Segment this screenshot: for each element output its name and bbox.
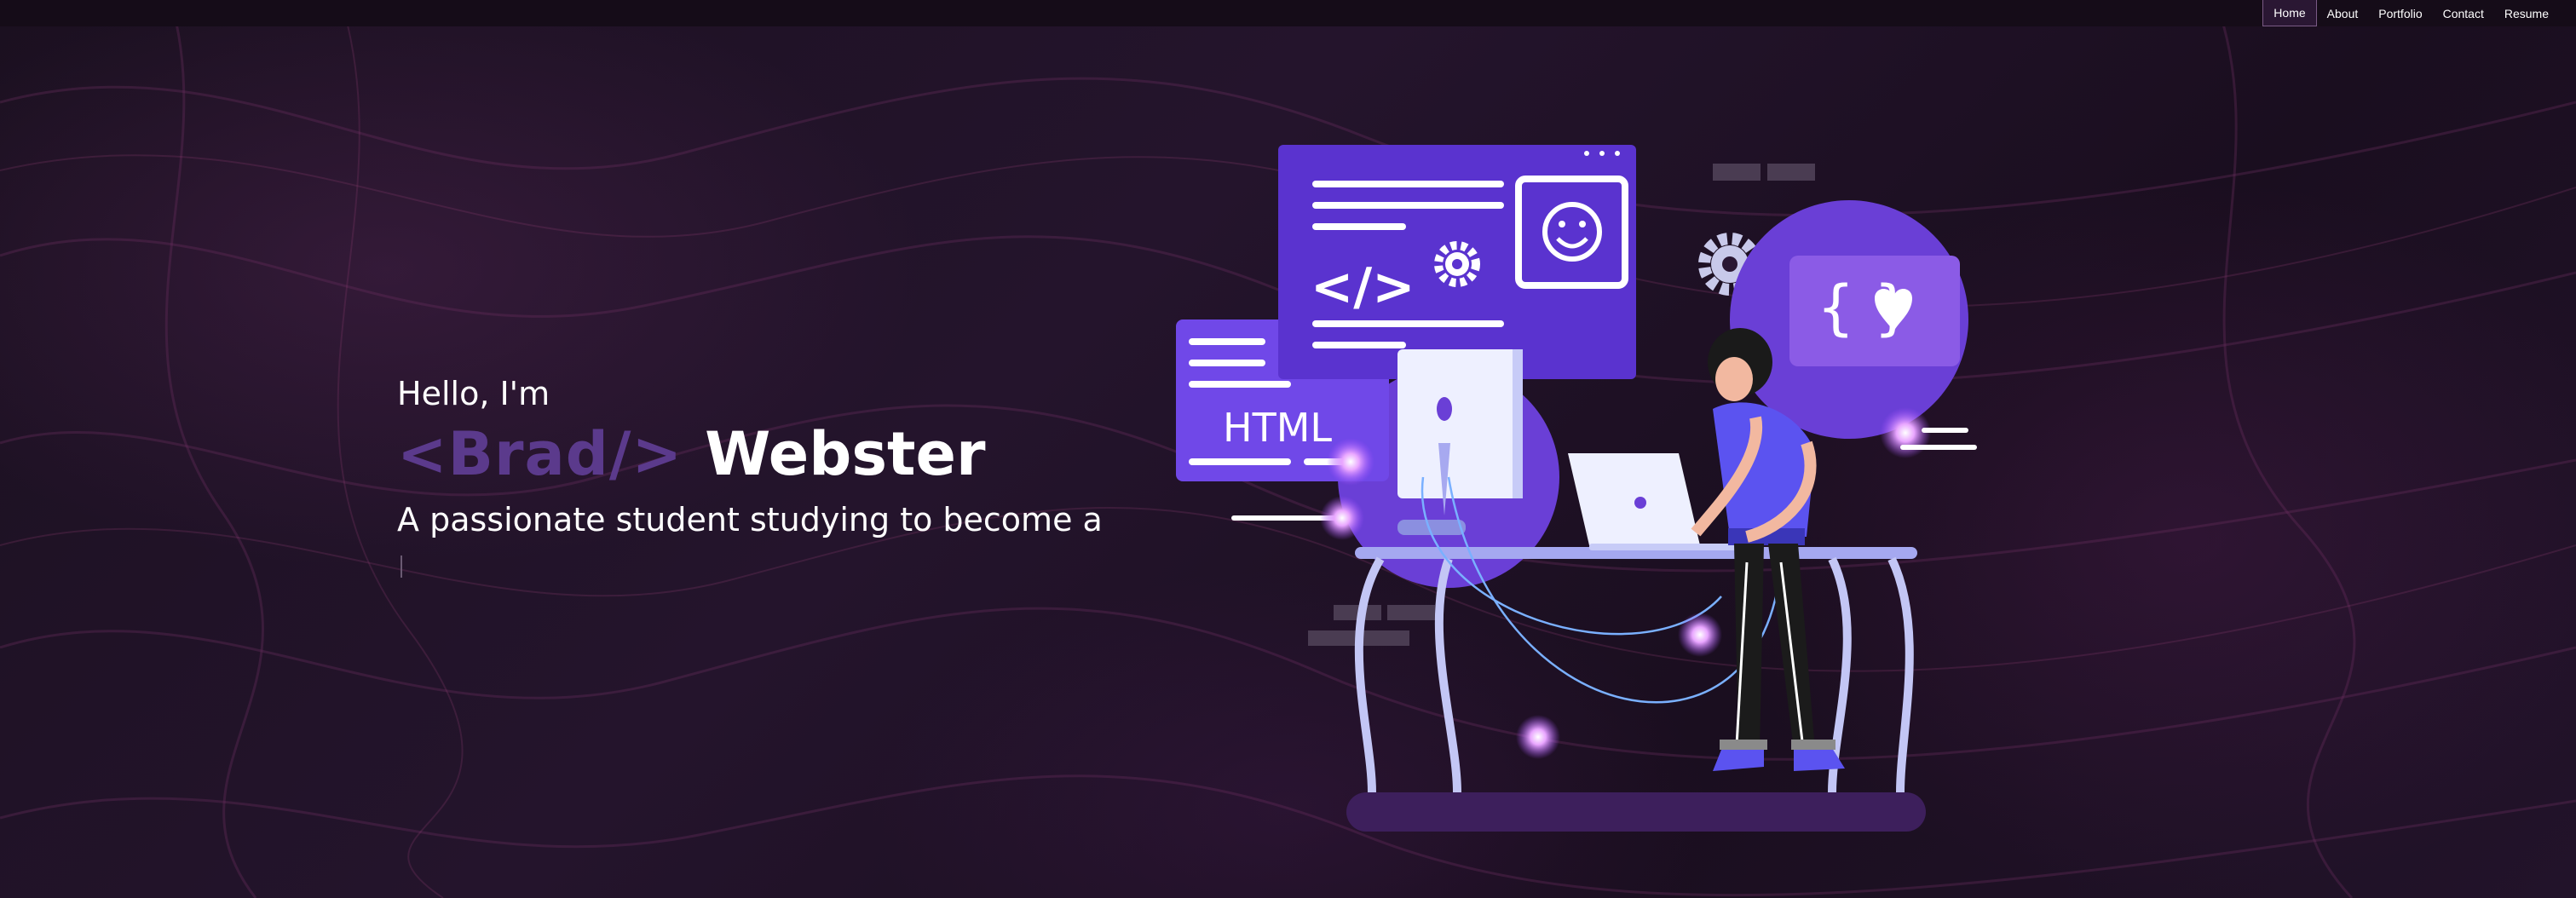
- hero-last-name: Webster: [705, 419, 986, 489]
- nav-about-link[interactable]: About: [2317, 0, 2369, 26]
- code-symbol: </>: [1311, 257, 1415, 317]
- glow-orb: [1516, 715, 1560, 759]
- nav-resume-link[interactable]: Resume: [2494, 0, 2559, 26]
- nav-home-link[interactable]: Home: [2262, 0, 2317, 26]
- glow-orb: [1678, 613, 1722, 657]
- hero-first-name: <Brad/>: [397, 419, 683, 489]
- glow-orb: [1320, 496, 1364, 540]
- top-navbar: Home About Portfolio Contact Resume: [0, 0, 2576, 26]
- hero-section: Hello, I'm <Brad/> Webster A passionate …: [397, 375, 1103, 578]
- floor-shadow: [1346, 792, 1926, 832]
- hero-greeting: Hello, I'm: [397, 375, 550, 412]
- nav-contact-link[interactable]: Contact: [2433, 0, 2494, 26]
- developer-illustration: HTML </> {}: [1167, 136, 2020, 852]
- hero-name: <Brad/> Webster: [397, 419, 1103, 489]
- glow-orb: [1880, 407, 1931, 458]
- typing-cursor: [401, 555, 402, 578]
- hero-tagline: A passionate student studying to become …: [397, 501, 1103, 538]
- glow-orb: [1327, 438, 1374, 486]
- nav-portfolio-link[interactable]: Portfolio: [2368, 0, 2432, 26]
- laptop: [1568, 453, 1738, 550]
- html-label: HTML: [1223, 405, 1332, 451]
